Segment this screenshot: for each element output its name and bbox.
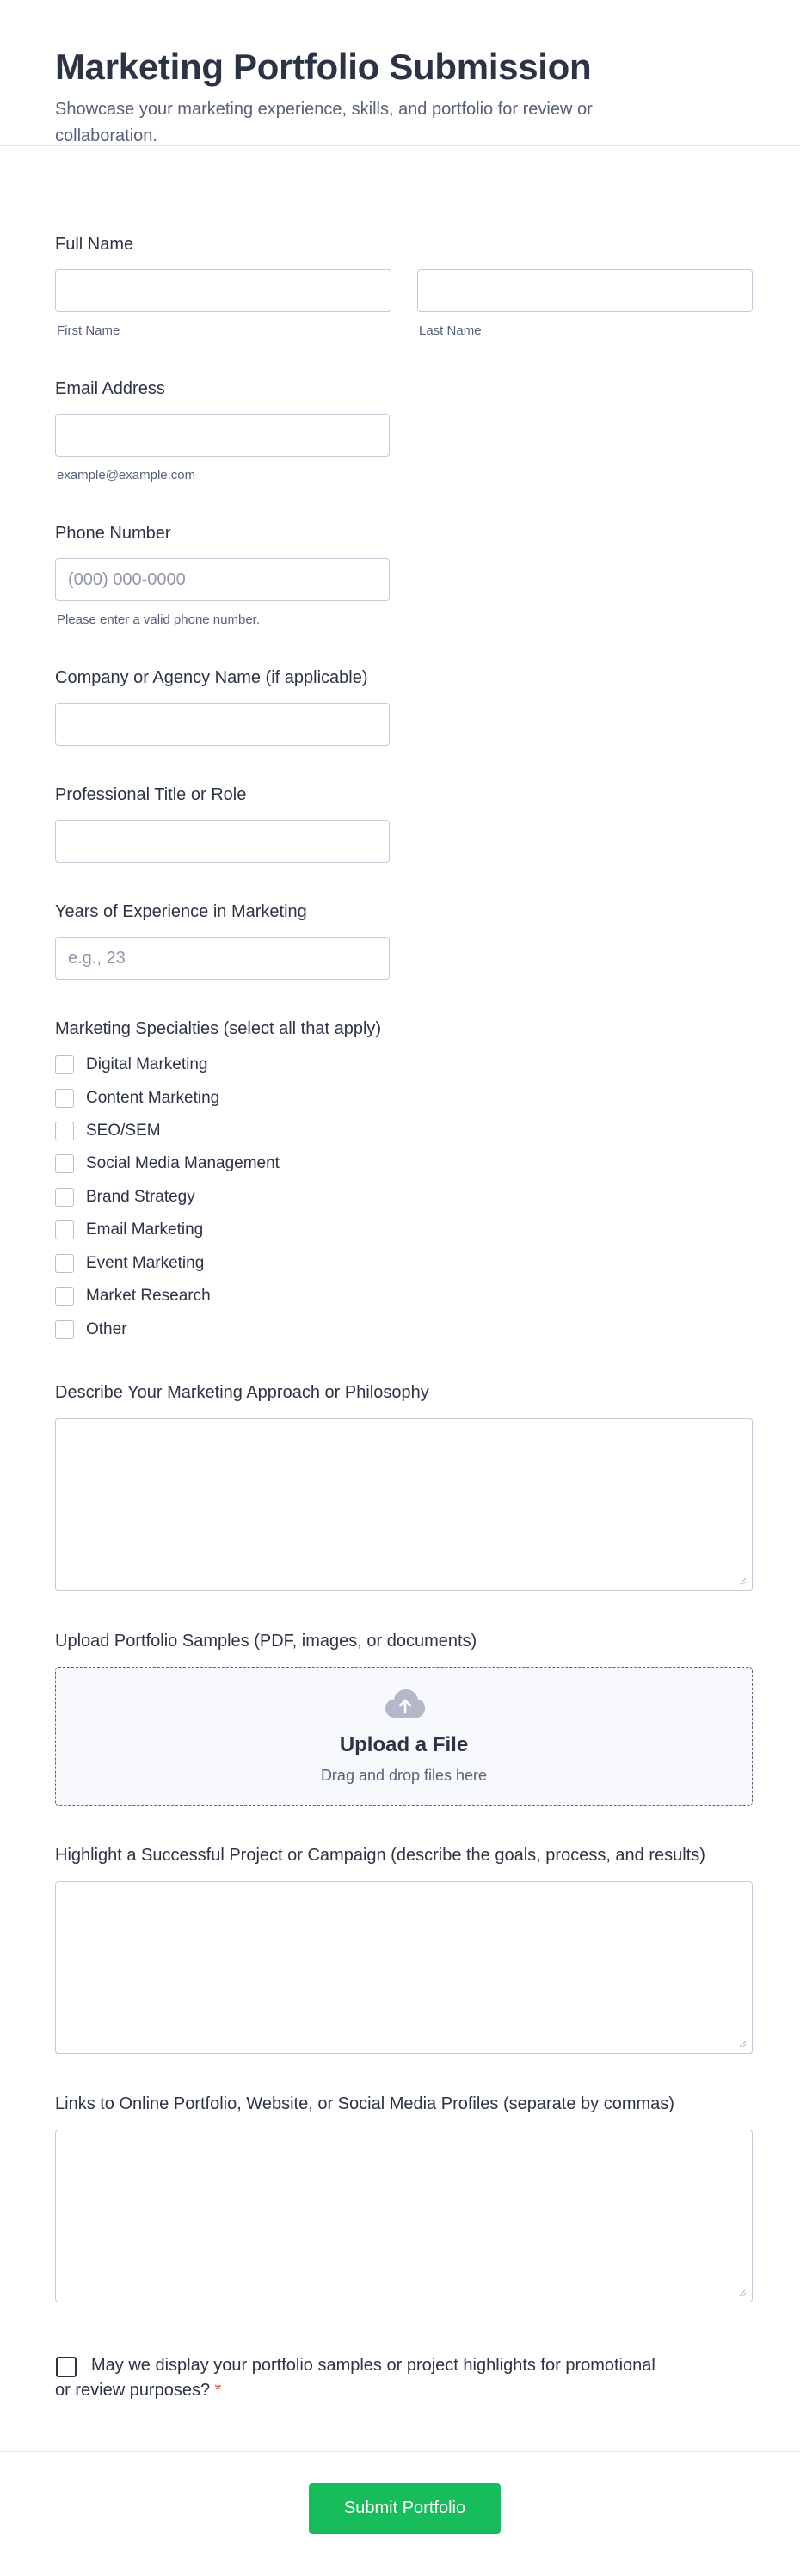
checkbox[interactable] xyxy=(55,1089,74,1108)
full-name-label: Full Name xyxy=(55,235,134,254)
form-subtitle: Showcase your marketing experience, skil… xyxy=(55,100,593,145)
last-name-sublabel: Last Name xyxy=(419,323,482,338)
experience-input[interactable] xyxy=(55,937,390,980)
form-header: Marketing Portfolio Submission Showcase … xyxy=(0,0,800,146)
approach-label: Describe Your Marketing Approach or Phil… xyxy=(55,1383,429,1402)
resize-grip-icon[interactable] xyxy=(738,1577,747,1585)
links-textarea[interactable] xyxy=(55,2130,753,2302)
specialty-option-label: Email Marketing xyxy=(86,1220,204,1239)
specialty-option-label: SEO/SEM xyxy=(86,1122,161,1140)
specialty-option-label: Social Media Management xyxy=(86,1154,280,1172)
checkbox[interactable] xyxy=(55,1320,74,1339)
consent-text: May we display your portfolio samples or… xyxy=(55,2353,657,2403)
last-name-input[interactable] xyxy=(417,269,753,312)
project-textarea[interactable] xyxy=(55,1881,753,2054)
company-label: Company or Agency Name (if applicable) xyxy=(55,668,368,687)
specialty-option-label: Event Marketing xyxy=(86,1254,205,1272)
phone-input[interactable] xyxy=(55,558,390,601)
checkbox[interactable] xyxy=(55,1188,74,1207)
checkbox[interactable] xyxy=(55,1220,74,1239)
checkbox[interactable] xyxy=(55,1154,74,1173)
footer-divider xyxy=(0,2451,800,2452)
resize-grip-icon[interactable] xyxy=(738,2288,747,2296)
specialty-option-label: Brand Strategy xyxy=(86,1188,195,1206)
consent-label: May we display your portfolio samples or… xyxy=(55,2356,655,2400)
specialty-option-label: Digital Marketing xyxy=(86,1055,208,1073)
checkbox[interactable] xyxy=(55,1055,74,1074)
cloud-upload-icon xyxy=(385,1689,425,1718)
upload-label: Upload Portfolio Samples (PDF, images, o… xyxy=(55,1632,477,1651)
specialty-option-label: Content Marketing xyxy=(86,1089,220,1107)
specialty-option[interactable]: Social Media Management xyxy=(55,1153,280,1175)
links-label: Links to Online Portfolio, Website, or S… xyxy=(55,2094,674,2113)
specialties-label: Marketing Specialties (select all that a… xyxy=(55,1019,382,1038)
specialty-option[interactable]: Market Research xyxy=(55,1285,211,1307)
first-name-input[interactable] xyxy=(55,269,391,312)
upload-subtitle: Drag and drop files here xyxy=(320,1767,488,1784)
specialty-option[interactable]: Content Marketing xyxy=(55,1087,219,1110)
first-name-sublabel: First Name xyxy=(57,323,120,338)
phone-sublabel: Please enter a valid phone number. xyxy=(57,612,260,627)
email-input[interactable] xyxy=(55,414,390,457)
checkbox[interactable] xyxy=(55,1254,74,1273)
project-label: Highlight a Successful Project or Campai… xyxy=(55,1846,705,1865)
specialty-option[interactable]: Brand Strategy xyxy=(55,1186,195,1208)
specialty-option-label: Market Research xyxy=(86,1287,211,1305)
title-role-label: Professional Title or Role xyxy=(55,785,247,804)
submit-button[interactable]: Submit Portfolio xyxy=(309,2483,501,2534)
specialty-option[interactable]: Other xyxy=(55,1319,127,1341)
upload-dropzone[interactable]: Upload a File Drag and drop files here xyxy=(55,1667,753,1806)
specialty-option[interactable]: SEO/SEM xyxy=(55,1120,161,1142)
checkbox[interactable] xyxy=(55,1122,74,1140)
specialty-option[interactable]: Event Marketing xyxy=(55,1252,204,1275)
upload-title: Upload a File xyxy=(339,1733,469,1756)
email-sublabel: example@example.com xyxy=(57,468,196,483)
required-mark: * xyxy=(214,2381,222,2400)
experience-label: Years of Experience in Marketing xyxy=(55,902,307,921)
phone-label: Phone Number xyxy=(55,524,171,543)
specialty-option[interactable]: Email Marketing xyxy=(55,1219,203,1241)
title-role-input[interactable] xyxy=(55,820,390,863)
specialty-option-label: Other xyxy=(86,1320,127,1338)
email-label: Email Address xyxy=(55,379,165,398)
specialty-option[interactable]: Digital Marketing xyxy=(55,1054,208,1076)
form-title: Marketing Portfolio Submission xyxy=(55,46,592,87)
company-input[interactable] xyxy=(55,703,390,746)
checkbox[interactable] xyxy=(55,1287,74,1306)
resize-grip-icon[interactable] xyxy=(738,2039,747,2048)
approach-textarea[interactable] xyxy=(55,1418,753,1591)
